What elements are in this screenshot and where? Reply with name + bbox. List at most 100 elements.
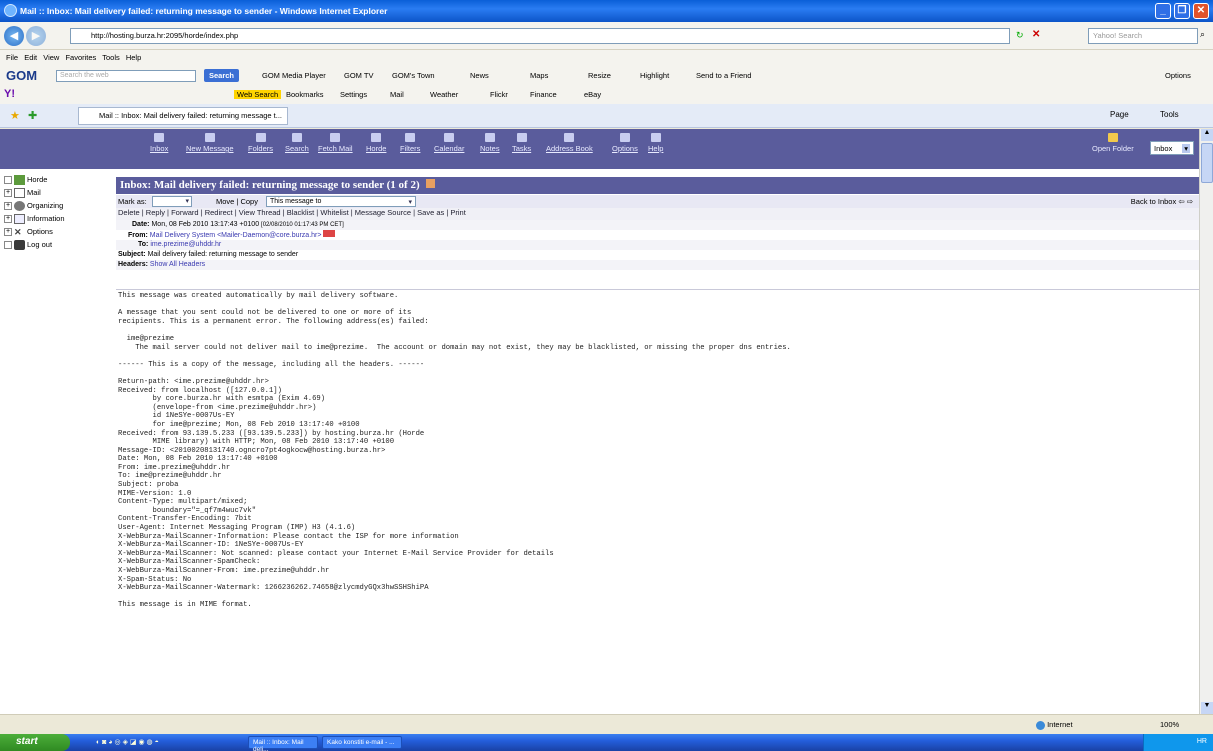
gom-search-input[interactable]: Search the web xyxy=(56,70,196,82)
scroll-thumb[interactable] xyxy=(1201,143,1213,183)
menu-view[interactable]: View xyxy=(43,53,59,62)
menu-help[interactable]: Help xyxy=(126,53,141,62)
refresh-icon[interactable]: ↻ xyxy=(1016,30,1024,41)
menu-notes[interactable]: Notes xyxy=(480,133,500,153)
scroll-up-icon[interactable]: ▲ xyxy=(1201,129,1213,141)
notes-icon xyxy=(484,133,495,142)
expand-icon[interactable]: + xyxy=(4,201,12,210)
add-contact-icon[interactable] xyxy=(323,230,336,237)
sidebar-item-mail[interactable]: + Mail xyxy=(4,186,116,199)
menu-new-message[interactable]: New Message xyxy=(186,133,234,153)
page-scrollbar[interactable]: ▲ ▼ xyxy=(1199,129,1213,714)
tab-mail[interactable]: Mail :: Inbox: Mail delivery failed: ret… xyxy=(78,107,288,125)
header-date: Date: Mon, 08 Feb 2010 13:17:43 +0100 [0… xyxy=(116,220,1199,230)
body-line: To: ime@prezime@uhddr.hr xyxy=(118,472,222,481)
body-line: id 1NeSYe-0007Us-EY xyxy=(118,412,235,421)
prev-arrow-icon[interactable]: ⇦ xyxy=(1178,197,1184,206)
tools-menu[interactable]: Tools xyxy=(1160,110,1179,119)
sidebar-item-options[interactable]: + ✕ Options xyxy=(4,225,116,238)
menu-favorites[interactable]: Favorites xyxy=(65,53,96,62)
menu-search[interactable]: Search xyxy=(285,133,309,153)
gom-options-button[interactable]: Options xyxy=(1165,71,1191,80)
status-bar: Internet 100% xyxy=(0,714,1213,734)
favorites-star-icon[interactable]: ★ xyxy=(10,109,20,122)
from-link[interactable]: Mail Delivery System <Mailer-Daemon@core… xyxy=(150,232,322,239)
start-button[interactable]: start xyxy=(0,734,70,751)
ebay-button[interactable]: eBay xyxy=(584,90,601,99)
mail-icon xyxy=(14,187,25,198)
menu-options[interactable]: Options xyxy=(612,133,638,153)
bookmarks-button[interactable]: Bookmarks xyxy=(286,90,324,99)
gom-tv-button[interactable]: GOM TV xyxy=(344,71,373,80)
move-copy-label[interactable]: Move | Copy xyxy=(216,197,258,206)
menu-tools[interactable]: Tools xyxy=(102,53,120,62)
folder-select[interactable]: Inbox ▾ xyxy=(1150,141,1194,155)
sidebar-item-organizing[interactable]: + Organizing xyxy=(4,199,116,212)
taskbar-mail-window[interactable]: Mail :: Inbox: Mail deli... xyxy=(248,736,318,751)
next-arrow-icon[interactable]: ⇨ xyxy=(1187,197,1193,206)
gom-media-player-button[interactable]: GOM Media Player xyxy=(262,71,326,80)
close-button[interactable]: ✕ xyxy=(1193,3,1209,19)
mark-as-select[interactable]: ▾ xyxy=(152,196,192,207)
menu-file[interactable]: File xyxy=(6,53,18,62)
forward-arrow-icon[interactable]: ▶ xyxy=(26,26,46,46)
news-button[interactable]: News xyxy=(470,71,489,80)
print-icon[interactable] xyxy=(426,179,436,188)
flickr-button[interactable]: Flickr xyxy=(490,90,508,99)
taskbar-word-window[interactable]: Kako konstiti e-mail - ... xyxy=(322,736,402,749)
back-arrow-icon[interactable]: ◀ xyxy=(4,26,24,46)
search-input[interactable]: Yahoo! Search xyxy=(1088,28,1198,44)
sidebar-item-logout[interactable]: Log out xyxy=(4,238,116,251)
gom-town-button[interactable]: GOM's Town xyxy=(392,71,435,80)
show-all-headers-link[interactable]: Show All Headers xyxy=(150,261,205,268)
search-icon[interactable]: ⌕ xyxy=(1200,29,1205,40)
add-favorites-icon[interactable]: ✚ xyxy=(28,109,37,122)
scroll-down-icon[interactable]: ▼ xyxy=(1201,702,1213,714)
stop-icon[interactable]: ✕ xyxy=(1032,29,1040,40)
menu-tasks[interactable]: Tasks xyxy=(512,133,531,153)
inbox-icon xyxy=(154,133,165,142)
message-pane: Inbox: Mail delivery failed: returning m… xyxy=(116,169,1199,714)
web-search-button[interactable]: Web Search xyxy=(234,90,282,99)
maximize-button[interactable]: ❐ xyxy=(1174,3,1190,19)
highlight-button[interactable]: Highlight xyxy=(640,71,669,80)
menu-horde[interactable]: Horde xyxy=(366,133,386,153)
page-menu[interactable]: Page xyxy=(1110,110,1129,119)
message-actions[interactable]: Delete | Reply | Forward | Redirect | Vi… xyxy=(116,208,1199,220)
expand-icon[interactable]: + xyxy=(4,188,12,197)
menu-inbox[interactable]: Inbox xyxy=(150,133,168,153)
back-to-inbox-link[interactable]: Back to Inbox ⇦ ⇨ xyxy=(1131,197,1193,206)
body-line: Subject: proba xyxy=(118,481,179,490)
menu-filters[interactable]: Filters xyxy=(400,133,420,153)
quick-launch[interactable]: ◐ ◙ ◕ ◎ ◈ ◪ ◉ ◍ ◓ xyxy=(96,738,159,746)
to-link[interactable]: ime.prezime@uhddr.hr xyxy=(150,241,221,248)
search-placeholder: Yahoo! Search xyxy=(1093,31,1143,40)
logout-icon xyxy=(14,239,25,250)
header-to: To: ime.prezime@uhddr.hr xyxy=(116,240,1199,250)
address-input[interactable]: http://hosting.burza.hr:2095/horde/index… xyxy=(70,28,1010,44)
finance-button[interactable]: Finance xyxy=(530,90,557,99)
zoom-level[interactable]: 100% xyxy=(1160,720,1179,729)
menu-edit[interactable]: Edit xyxy=(24,53,37,62)
open-folder-button[interactable]: Open Folder xyxy=(1092,133,1134,153)
search-icon xyxy=(291,133,302,142)
tasks-icon xyxy=(516,133,527,142)
menu-folders[interactable]: Folders xyxy=(248,133,273,153)
target-folder-select[interactable]: This message to ▾ xyxy=(266,196,416,207)
minimize-button[interactable]: _ xyxy=(1155,3,1171,19)
menu-fetch-mail[interactable]: Fetch Mail xyxy=(318,133,353,153)
expand-icon[interactable]: + xyxy=(4,214,12,223)
menu-calendar[interactable]: Calendar xyxy=(434,133,464,153)
sidebar-item-information[interactable]: + Information xyxy=(4,212,116,225)
sidebar-item-horde[interactable]: Horde xyxy=(4,173,116,186)
gom-search-button[interactable]: Search xyxy=(204,69,240,82)
expand-icon[interactable]: + xyxy=(4,227,12,236)
resize-button[interactable]: Resize xyxy=(588,71,611,80)
send-to-friend-button[interactable]: Send to a Friend xyxy=(696,71,751,80)
yahoo-mail-button[interactable]: Mail xyxy=(390,90,404,99)
menu-help[interactable]: Help xyxy=(648,133,663,153)
menu-address-book[interactable]: Address Book xyxy=(546,133,593,153)
settings-button[interactable]: Settings xyxy=(340,90,367,99)
weather-button[interactable]: Weather xyxy=(430,90,458,99)
maps-button[interactable]: Maps xyxy=(530,71,548,80)
